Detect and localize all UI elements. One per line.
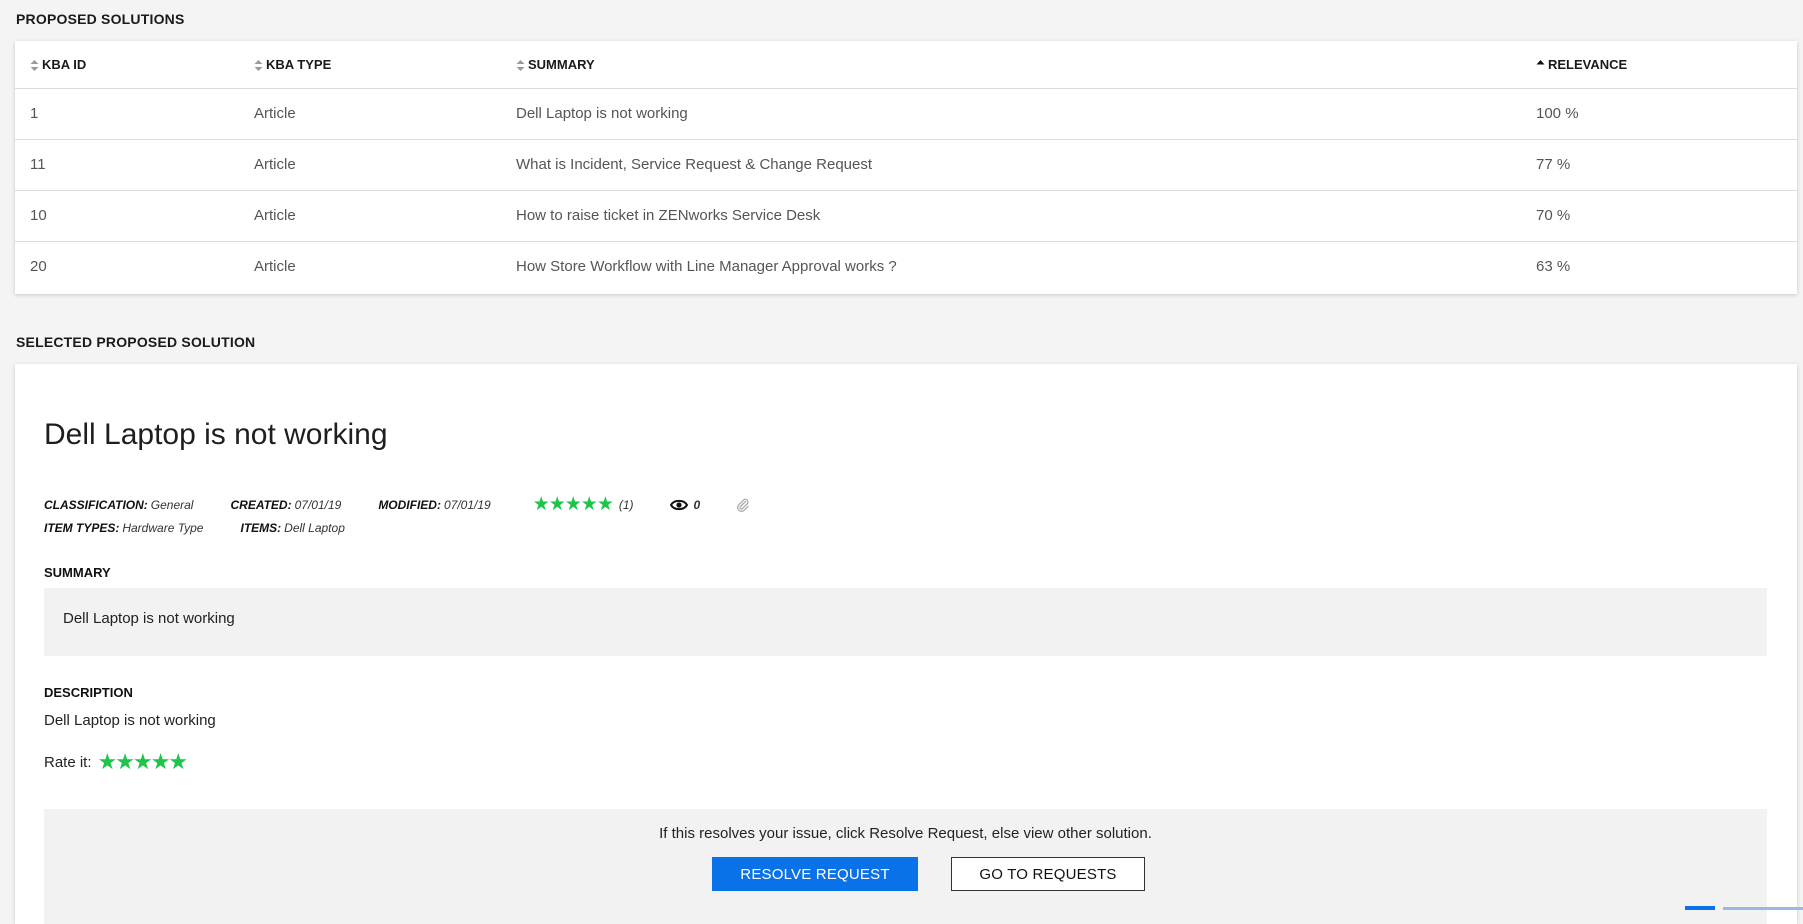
meta-created: CREATED: 07/01/19 bbox=[230, 498, 341, 512]
column-header-kba-id[interactable]: KBA ID bbox=[15, 41, 254, 88]
meta-views: 0 bbox=[669, 497, 701, 512]
cell-summary: Dell Laptop is not working bbox=[516, 105, 688, 122]
cell-kba-type: Article bbox=[254, 207, 296, 224]
column-header-label: KBA TYPE bbox=[266, 56, 332, 72]
selected-solution-heading: SELECTED PROPOSED SOLUTION bbox=[16, 334, 256, 350]
selected-solution-card: Dell Laptop is not working CLASSIFICATIO… bbox=[15, 364, 1797, 924]
go-to-requests-button[interactable]: GO TO REQUESTS bbox=[951, 857, 1145, 891]
meta-label: CREATED: bbox=[230, 497, 292, 512]
cell-kba-id: 20 bbox=[30, 258, 47, 276]
meta-modified: MODIFIED: 07/01/19 bbox=[378, 498, 490, 512]
meta-item-types: ITEM TYPES: Hardware Type bbox=[44, 521, 203, 535]
description-label: DESCRIPTION bbox=[44, 685, 133, 700]
column-header-label: SUMMARY bbox=[528, 56, 595, 72]
column-header-label: RELEVANCE bbox=[1548, 56, 1628, 72]
proposed-solutions-table: KBA ID KBA TYPE SUMMARY RELEVANCE 1 Arti… bbox=[15, 41, 1797, 292]
action-panel: If this resolves your issue, click Resol… bbox=[44, 809, 1767, 924]
cell-relevance: 100 % bbox=[1536, 105, 1579, 122]
summary-box: Dell Laptop is not working bbox=[44, 588, 1767, 656]
resolve-request-button[interactable]: RESOLVE REQUEST bbox=[712, 857, 918, 891]
description-text: Dell Laptop is not working bbox=[44, 712, 216, 729]
cell-kba-type: Article bbox=[254, 156, 296, 173]
meta-value: Hardware Type bbox=[122, 521, 204, 535]
rate-it-row: Rate it: ★★★★★ bbox=[44, 751, 189, 773]
cell-relevance: 77 % bbox=[1536, 156, 1571, 173]
column-header-relevance[interactable]: RELEVANCE bbox=[1536, 41, 1797, 88]
kb-article-title: Dell Laptop is not working bbox=[44, 418, 388, 451]
meta-classification: CLASSIFICATION: General bbox=[44, 498, 193, 512]
column-header-summary[interactable]: SUMMARY bbox=[516, 41, 1536, 88]
meta-rating: ★★★★★ (1) bbox=[533, 495, 634, 514]
proposed-solutions-table-card: KBA ID KBA TYPE SUMMARY RELEVANCE 1 Arti… bbox=[15, 41, 1797, 294]
cell-kba-id: 10 bbox=[30, 207, 47, 224]
table-row[interactable]: 11 Article What is Incident, Service Req… bbox=[15, 139, 1797, 190]
sort-updown-icon bbox=[30, 59, 39, 71]
rate-stars-input[interactable]: ★★★★★ bbox=[98, 751, 189, 773]
meta-value: 07/01/19 bbox=[443, 497, 491, 512]
cell-summary: How Store Workflow with Line Manager App… bbox=[516, 258, 897, 276]
meta-label: CLASSIFICATION: bbox=[44, 497, 148, 512]
paperclip-icon bbox=[736, 498, 750, 512]
table-row[interactable]: 10 Article How to raise ticket in ZENwor… bbox=[15, 190, 1797, 241]
column-header-kba-type[interactable]: KBA TYPE bbox=[254, 41, 516, 88]
cell-relevance: 63 % bbox=[1536, 258, 1571, 276]
meta-row-primary: CLASSIFICATION: General CREATED: 07/01/1… bbox=[44, 495, 750, 514]
cell-summary: How to raise ticket in ZENworks Service … bbox=[516, 207, 821, 224]
summary-text: Dell Laptop is not working bbox=[63, 610, 235, 627]
rating-count: (1) bbox=[618, 497, 634, 512]
sort-up-icon bbox=[1536, 59, 1545, 71]
meta-row-secondary: ITEM TYPES: Hardware Type ITEMS: Dell La… bbox=[44, 521, 345, 535]
meta-value: Dell Laptop bbox=[284, 521, 345, 535]
meta-items: ITEMS: Dell Laptop bbox=[240, 521, 344, 535]
cell-kba-type: Article bbox=[254, 258, 296, 276]
rating-stars: ★★★★★ bbox=[532, 494, 614, 515]
meta-value: 07/01/19 bbox=[294, 497, 342, 512]
eye-icon bbox=[669, 499, 688, 511]
corner-decoration bbox=[1663, 897, 1803, 910]
table-header-row: KBA ID KBA TYPE SUMMARY RELEVANCE bbox=[15, 41, 1797, 88]
table-row[interactable]: 20 Article How Store Workflow with Line … bbox=[15, 241, 1797, 292]
sort-updown-icon bbox=[516, 59, 525, 71]
cell-relevance: 70 % bbox=[1536, 207, 1571, 224]
summary-label: SUMMARY bbox=[44, 565, 111, 580]
column-header-label: KBA ID bbox=[42, 56, 87, 72]
proposed-solutions-heading: PROPOSED SOLUTIONS bbox=[16, 11, 185, 27]
views-count: 0 bbox=[693, 497, 701, 512]
meta-label: ITEMS: bbox=[240, 521, 282, 535]
meta-label: MODIFIED: bbox=[378, 497, 441, 512]
attachment-link[interactable] bbox=[736, 498, 750, 512]
rate-it-label: Rate it: bbox=[44, 753, 92, 771]
sort-updown-icon bbox=[254, 59, 263, 71]
cell-kba-id: 1 bbox=[30, 105, 39, 122]
table-row[interactable]: 1 Article Dell Laptop is not working 100… bbox=[15, 88, 1797, 139]
cell-summary: What is Incident, Service Request & Chan… bbox=[516, 156, 873, 173]
cell-kba-id: 11 bbox=[30, 156, 46, 173]
meta-value: General bbox=[150, 497, 194, 512]
meta-label: ITEM TYPES: bbox=[44, 521, 120, 535]
cell-kba-type: Article bbox=[254, 105, 296, 122]
resolve-hint-text: If this resolves your issue, click Resol… bbox=[659, 825, 1152, 842]
